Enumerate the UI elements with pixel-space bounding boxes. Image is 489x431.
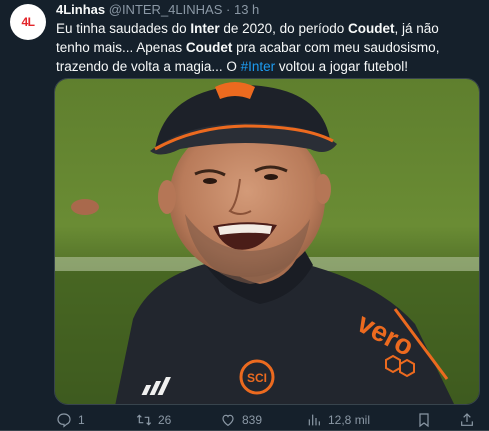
crest-text: SCI bbox=[247, 371, 267, 385]
tweet-text-bold: Coudet bbox=[185, 40, 233, 55]
tweet-timestamp[interactable]: 13 h bbox=[234, 2, 259, 17]
tweet-text-part: de 2020, do período bbox=[219, 21, 348, 36]
share-button[interactable] bbox=[459, 410, 475, 430]
avatar[interactable]: 4L bbox=[10, 4, 46, 40]
reply-icon bbox=[57, 413, 71, 428]
views-button[interactable]: 12,8 mil bbox=[306, 410, 370, 430]
coach-photo-illustration: vero SCI bbox=[55, 79, 479, 404]
reply-button[interactable]: 1 bbox=[56, 410, 85, 430]
reply-count: 1 bbox=[78, 413, 85, 427]
views-count: 12,8 mil bbox=[328, 413, 371, 427]
retweet-icon bbox=[136, 414, 152, 426]
hashtag-link[interactable]: #Inter bbox=[241, 59, 276, 74]
tweet-text-part: Eu tinha saudades do bbox=[56, 21, 191, 36]
avatar-logo-text: 4L bbox=[21, 15, 35, 29]
like-button[interactable]: 839 bbox=[220, 410, 262, 430]
bookmark-icon bbox=[419, 413, 429, 428]
tweet-header: 4Linhas @INTER_4LINHAS · 13 h bbox=[56, 2, 259, 18]
retweet-count: 26 bbox=[158, 413, 172, 427]
tweet-text: Eu tinha saudades do Inter de 2020, do p… bbox=[56, 19, 476, 76]
author-name[interactable]: 4Linhas bbox=[56, 2, 105, 17]
tweet-text-bold: Inter bbox=[190, 21, 220, 36]
tweet-text-part: voltou a jogar futebol! bbox=[275, 59, 408, 74]
tweet-actions: 1 26 839 12,8 mil bbox=[50, 410, 482, 430]
analytics-bars-icon bbox=[308, 414, 320, 426]
retweet-button[interactable]: 26 bbox=[136, 410, 171, 430]
share-icon bbox=[461, 413, 473, 426]
tweet-text-bold: Coudet bbox=[347, 21, 395, 36]
tweet[interactable]: 4L 4Linhas @INTER_4LINHAS · 13 h Eu tinh… bbox=[0, 0, 489, 431]
like-count: 839 bbox=[242, 413, 263, 427]
header-separator: · bbox=[226, 2, 231, 17]
heart-icon bbox=[222, 414, 234, 427]
bookmark-button[interactable] bbox=[416, 410, 432, 430]
author-handle[interactable]: @INTER_4LINHAS bbox=[109, 2, 223, 17]
tweet-photo[interactable]: vero SCI bbox=[54, 78, 480, 405]
